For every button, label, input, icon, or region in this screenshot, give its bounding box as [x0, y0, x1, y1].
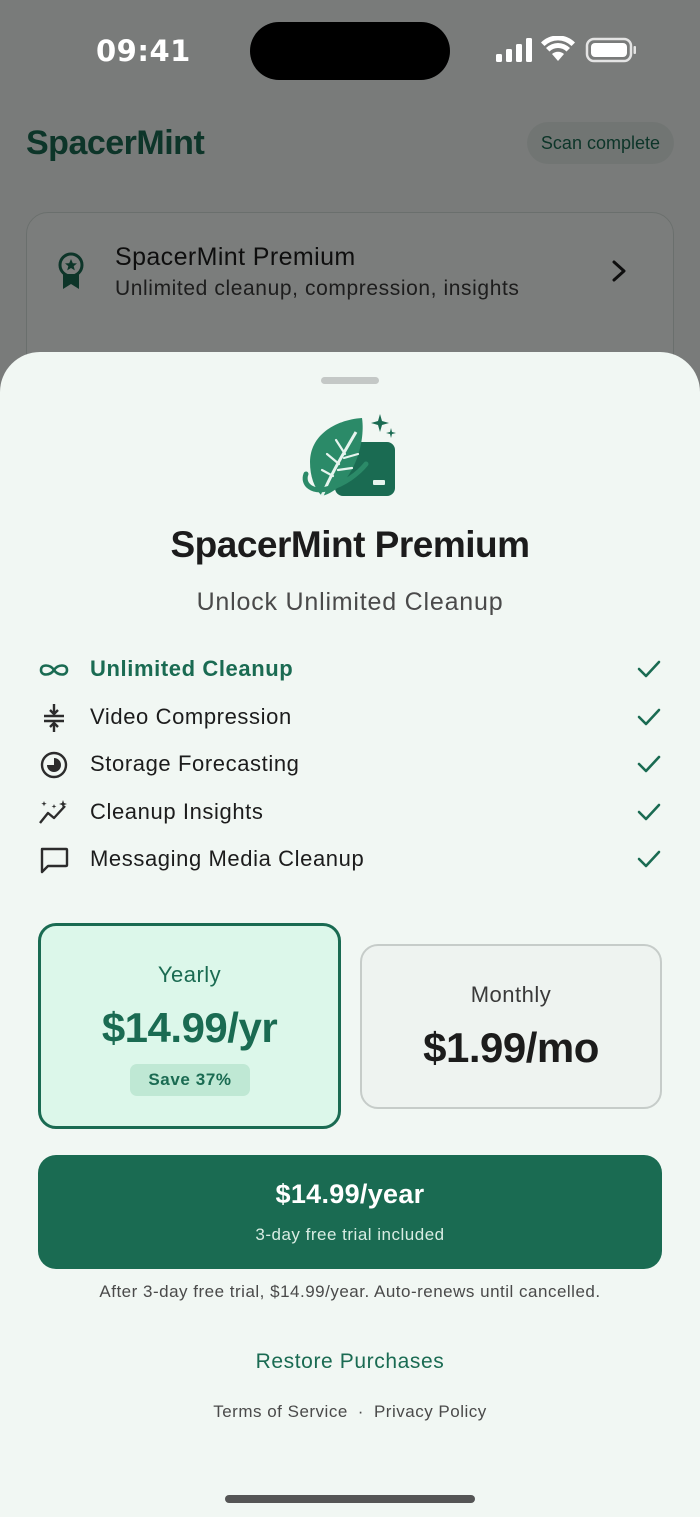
feature-video-compression: Video Compression: [38, 698, 662, 746]
feature-list: Unlimited Cleanup Video Compression Stor…: [38, 650, 662, 888]
savings-badge: Save 37%: [130, 1064, 250, 1096]
feature-label: Video Compression: [90, 703, 292, 729]
feature-label: Messaging Media Cleanup: [90, 846, 365, 872]
infinity-icon: [39, 664, 69, 676]
terms-of-service-link[interactable]: Terms of Service: [213, 1402, 348, 1421]
feature-unlimited-cleanup: Unlimited Cleanup: [38, 650, 662, 698]
compress-icon: [44, 703, 64, 732]
forecast-icon: [40, 751, 68, 779]
status-time: 09:41: [96, 34, 191, 68]
privacy-policy-link[interactable]: Privacy Policy: [374, 1402, 487, 1421]
link-separator: ·: [357, 1402, 364, 1421]
plan-monthly-option[interactable]: Monthly $1.99/mo: [360, 944, 662, 1109]
home-indicator[interactable]: [225, 1495, 475, 1503]
paywall-sheet: SpacerMint Premium Unlock Unlimited Clea…: [0, 352, 700, 1517]
message-icon: [40, 848, 69, 874]
insights-icon: [39, 799, 67, 824]
sheet-grabber[interactable]: [321, 377, 379, 384]
feature-cleanup-insights: Cleanup Insights: [38, 793, 662, 841]
plan-price: $14.99/yr: [101, 1004, 278, 1051]
checkmark-icon: [637, 660, 661, 678]
plan-yearly-option[interactable]: Yearly $14.99/yr Save 37%: [38, 923, 341, 1129]
plan-name: Monthly: [470, 982, 552, 1007]
feature-messaging-media-cleanup: Messaging Media Cleanup: [38, 840, 662, 888]
plan-name: Yearly: [157, 962, 222, 987]
app-logo-icon: [302, 414, 396, 497]
checkmark-icon: [637, 755, 661, 773]
paywall-subtitle: Unlock Unlimited Cleanup: [196, 588, 504, 616]
subscribe-button-label: $14.99/year: [275, 1179, 425, 1209]
feature-storage-forecasting: Storage Forecasting: [38, 745, 662, 793]
cellular-signal-icon: [496, 38, 532, 62]
paywall-title: SpacerMint Premium: [170, 524, 530, 565]
wifi-icon: [541, 36, 575, 61]
checkmark-icon: [637, 803, 661, 821]
feature-label: Storage Forecasting: [90, 751, 300, 777]
feature-label: Cleanup Insights: [90, 798, 264, 824]
status-icons: [496, 36, 636, 63]
checkmark-icon: [637, 851, 661, 868]
status-bar: 09:41: [0, 0, 700, 100]
checkmark-icon: [637, 708, 661, 725]
battery-icon: [585, 37, 636, 63]
plan-price: $1.99/mo: [423, 1024, 599, 1071]
subscribe-button[interactable]: $14.99/year 3-day free trial included: [38, 1155, 662, 1269]
feature-label: Unlimited Cleanup: [90, 656, 294, 681]
restore-purchases-link[interactable]: Restore Purchases: [0, 1350, 700, 1374]
dynamic-island: [250, 22, 450, 80]
renewal-disclaimer: After 3-day free trial, $14.99/year. Aut…: [99, 1282, 601, 1301]
subscribe-button-sublabel: 3-day free trial included: [255, 1225, 445, 1244]
legal-links: Terms of Service · Privacy Policy: [0, 1402, 700, 1422]
